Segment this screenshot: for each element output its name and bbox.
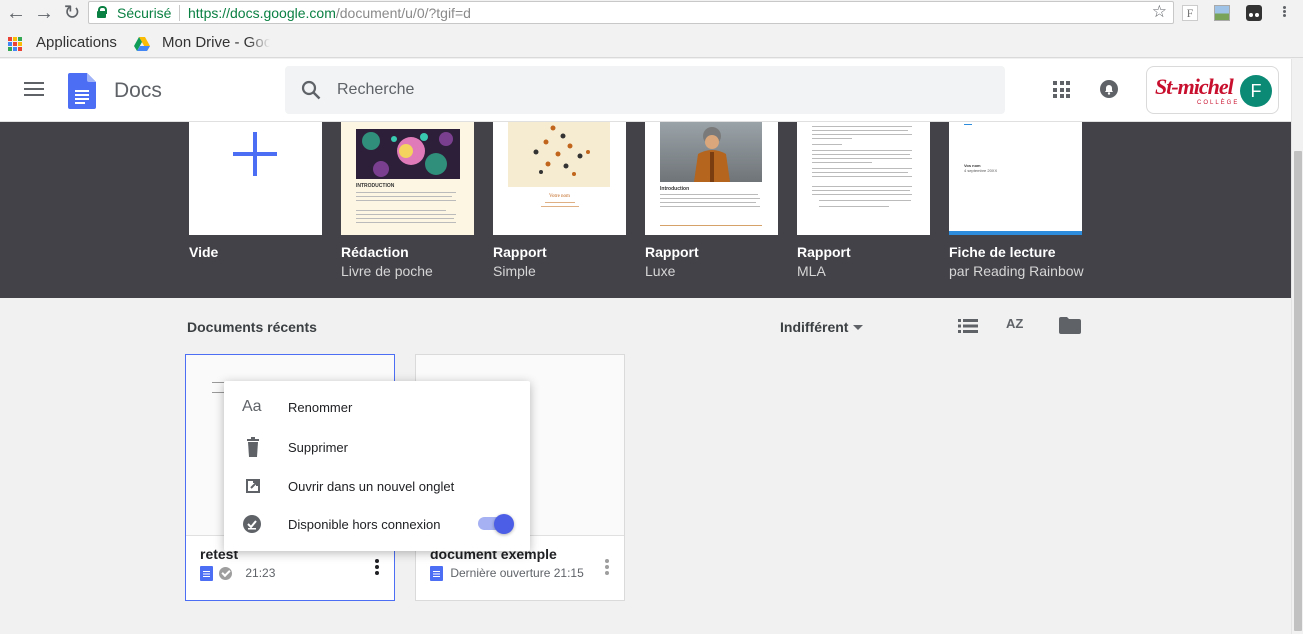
sort-az-icon[interactable]: AZ [1006,316,1023,331]
search-box[interactable] [285,66,1005,114]
menu-item-rename[interactable]: Aa Renommer [224,389,530,425]
menu-item-label: Renommer [288,400,353,415]
extension-image-icon[interactable] [1214,5,1230,21]
template-rapport-mla[interactable]: Rapport MLA [797,122,930,279]
template-subtitle: MLA [797,263,826,279]
template-name: Rapport [493,244,547,260]
offline-check-icon [243,515,261,533]
lock-icon [97,6,107,18]
doc-type-icon [430,566,443,582]
more-options-icon[interactable] [604,559,610,579]
app-title[interactable]: Docs [114,79,162,103]
template-thumbnail[interactable]: Introduction [645,122,778,235]
bookmark-star-icon[interactable]: ☆ [1152,2,1167,22]
bookmark-mon-drive[interactable]: Mon Drive - Google Drive [162,34,270,51]
bookmarks-bar: Applications Mon Drive - Google Drive [0,26,1303,58]
menu-item-label: Supprimer [288,440,348,455]
google-docs-logo-icon[interactable] [68,73,96,109]
apps-grid-icon [8,37,22,51]
template-thumbnail[interactable]: INTRODUCTION [341,122,474,235]
google-drive-icon [134,37,150,51]
address-bar[interactable]: Sécurisé https://docs.google.com/documen… [88,1,1174,24]
template-heading: Introduction [660,186,690,192]
template-thumbnail[interactable]: Vos nom 4 septembre 20XX [949,122,1082,235]
template-name: Rédaction [341,244,409,260]
template-subtitle: Luxe [645,263,676,279]
template-fiche-de-lecture[interactable]: Vos nom 4 septembre 20XX Fiche de lectur… [949,122,1084,279]
folder-icon[interactable] [1059,317,1081,334]
recent-documents-title: Documents récents [187,319,317,335]
text-format-icon: Aa [242,398,262,415]
offline-available-icon [219,567,232,581]
trash-icon [247,437,259,457]
browser-toolbar: ← → ↻ Sécurisé https://docs.google.com/d… [0,0,1303,26]
menu-item-label: Ouvrir dans un nouvel onglet [288,479,455,494]
template-accent-bar [949,231,1082,235]
extension-f-icon[interactable]: F [1182,5,1198,21]
organization-logo-sub: COLLÈGE [1197,100,1240,106]
extension-tampermonkey-icon[interactable] [1246,5,1262,21]
template-subtitle: Livre de poche [341,263,433,279]
bookmark-applications[interactable]: Applications [36,34,117,51]
template-redaction[interactable]: INTRODUCTION Rédaction Livre de poche [341,122,474,279]
menu-item-open-new-tab[interactable]: Ouvrir dans un nouvel onglet [224,468,530,504]
template-thumbnail[interactable] [797,122,930,235]
template-rapport-luxe[interactable]: Introduction Rapport Luxe [645,122,778,279]
offline-toggle[interactable] [478,514,514,534]
template-subtitle: Simple [493,263,536,279]
main-menu-icon[interactable] [24,82,44,96]
doc-type-icon [200,566,213,582]
template-rapport-simple[interactable]: Votre nom Rapport Simple [493,122,626,279]
account-switcher[interactable]: St-michel COLLÈGE F [1146,66,1279,114]
plus-icon [233,132,277,176]
url-separator [179,5,180,21]
toggle-knob [494,514,514,534]
organization-logo: St-michel [1155,74,1234,99]
template-blank[interactable]: Vide [189,122,322,260]
document-meta: Dernière ouverture 21:15 [430,566,584,582]
template-cover-image [660,122,762,182]
google-apps-icon[interactable] [1053,81,1070,98]
template-thumbnail[interactable] [189,122,322,235]
template-date: 4 septembre 20XX [964,168,998,173]
document-last-opened: Dernière ouverture 21:15 [450,566,584,580]
docs-header: Docs St-michel COLLÈGE F [0,59,1291,122]
page-scrollbar[interactable] [1291,59,1303,634]
notifications-icon[interactable] [1099,79,1119,99]
document-time: 21:23 [245,566,276,580]
template-subtitle: par Reading Rainbow [949,263,1084,279]
avatar[interactable]: F [1240,75,1272,107]
template-name: Rapport [797,244,851,260]
reload-icon[interactable]: ↻ [61,2,83,24]
owner-filter-dropdown[interactable]: Indifférent [780,319,848,335]
menu-item-delete[interactable]: Supprimer [224,429,530,465]
template-cover-image [508,122,610,187]
template-heading: Votre nom [549,194,570,199]
template-heading: INTRODUCTION [356,183,395,189]
url-path: /document/u/0/?tgif=d [335,5,471,21]
list-view-icon[interactable] [958,318,978,334]
template-gallery: Vide INTRODUCTION Rédaction Livre de poc… [0,122,1291,298]
menu-item-label: Disponible hors connexion [288,517,441,532]
template-name: Vide [189,244,219,260]
document-meta: 21:23 [200,566,276,582]
forward-arrow-icon[interactable]: → [33,2,55,24]
url-host: https://docs.google.com [188,5,336,21]
scrollbar-thumb[interactable] [1294,151,1302,631]
open-in-new-icon [246,479,260,493]
document-context-menu: Aa Renommer Supprimer Ouvrir dans un nou… [224,381,530,551]
template-cover-image [356,129,460,179]
search-input[interactable] [337,79,937,101]
secure-label: Sécurisé [117,5,172,21]
chrome-menu-icon[interactable] [1280,5,1288,21]
template-name: Fiche de lecture [949,244,1056,260]
back-arrow-icon[interactable]: ← [5,2,27,24]
more-options-icon[interactable] [374,559,380,579]
template-thumbnail[interactable]: Votre nom [493,122,626,235]
template-name: Rapport [645,244,699,260]
dropdown-caret-icon[interactable] [853,325,863,330]
url-text[interactable]: https://docs.google.com/document/u/0/?tg… [188,5,471,21]
search-icon[interactable] [301,80,321,100]
